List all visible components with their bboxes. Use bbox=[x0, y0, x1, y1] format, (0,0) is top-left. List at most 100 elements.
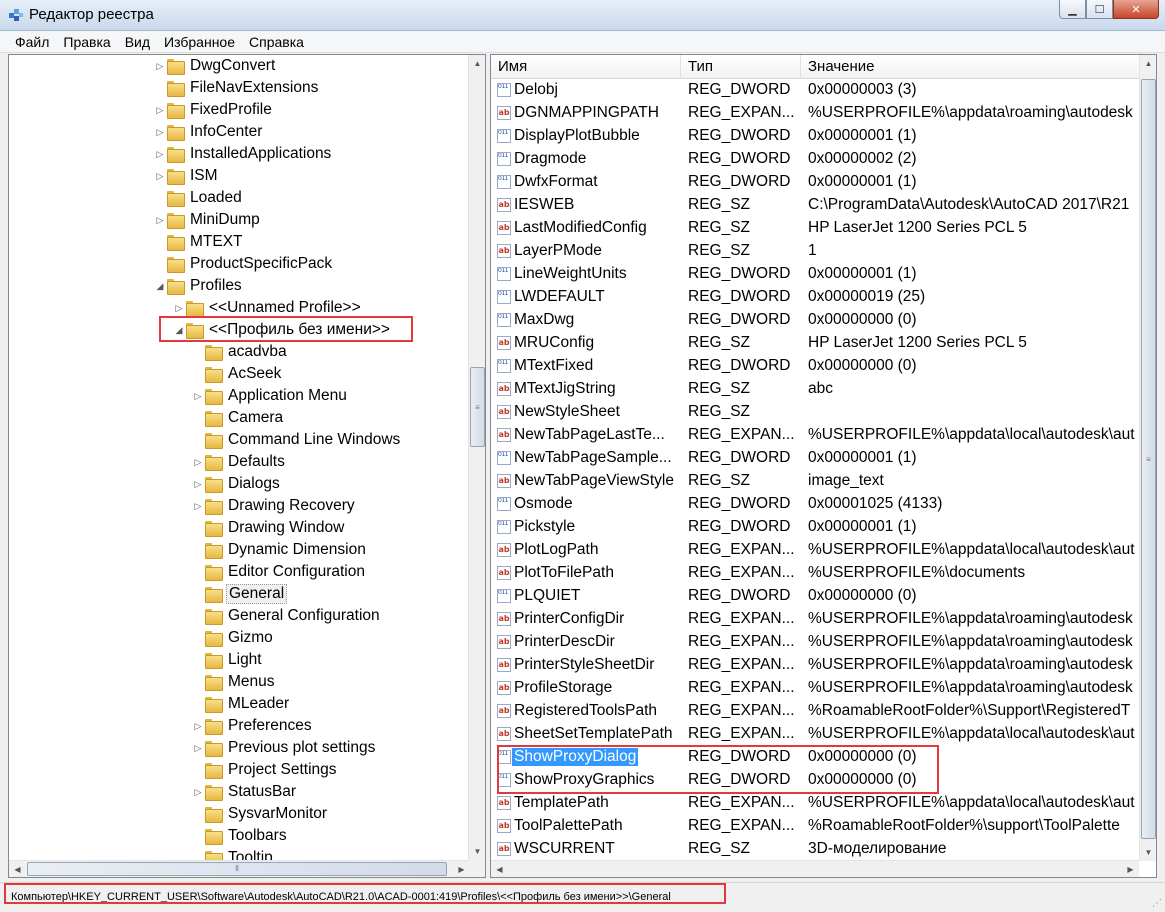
tree-item[interactable]: Light bbox=[191, 649, 264, 671]
column-header-type[interactable]: Тип bbox=[681, 55, 801, 79]
value-row[interactable]: ab MTextJigString REG_SZ abc bbox=[491, 378, 1139, 401]
scroll-up-icon[interactable]: ▲ bbox=[469, 55, 485, 72]
tree-expander-icon[interactable]: ▷ bbox=[153, 105, 167, 116]
tree-expander-icon[interactable]: ◢ bbox=[153, 281, 167, 292]
tree-item[interactable]: Camera bbox=[191, 407, 285, 429]
value-row[interactable]: 011 110Pickstyle REG_DWORD 0x00000001 (1) bbox=[491, 516, 1139, 539]
menu-favorites[interactable]: Избранное bbox=[157, 31, 242, 52]
tree-item[interactable]: ◢ Profiles bbox=[153, 275, 244, 297]
value-row[interactable]: ab RegisteredToolsPath REG_EXPAN... %Roamab… bbox=[491, 700, 1139, 723]
tree-item[interactable]: ProductSpecificPack bbox=[153, 253, 334, 275]
value-row[interactable]: ab SheetSetTemplatePath REG_EXPAN... %USERP… bbox=[491, 723, 1139, 746]
tree-item[interactable]: FileNavExtensions bbox=[153, 77, 320, 99]
tree-item[interactable]: ◢ <<Профиль без имени>> bbox=[172, 319, 392, 341]
tree-expander-icon[interactable]: ▷ bbox=[191, 501, 205, 512]
value-row[interactable]: ab TemplatePath REG_EXPAN... %USERPROFILE%\… bbox=[491, 792, 1139, 815]
tree-item[interactable]: ▷ Defaults bbox=[191, 451, 287, 473]
tree-vertical-scrollbar[interactable]: ▲ ≡ ▼ bbox=[468, 55, 485, 860]
value-row[interactable]: ab PrinterConfigDir REG_EXPAN... %USERPROFI… bbox=[491, 608, 1139, 631]
tree-item[interactable]: ▷ <<Unnamed Profile>> bbox=[172, 297, 363, 319]
tree-expander-icon[interactable]: ▷ bbox=[153, 215, 167, 226]
tree-item[interactable]: ▷ ISM bbox=[153, 165, 220, 187]
tree-item[interactable]: AcSeek bbox=[191, 363, 283, 385]
tree-item[interactable]: ▷ InfoCenter bbox=[153, 121, 264, 143]
tree-item[interactable]: General bbox=[191, 583, 288, 605]
column-header-name[interactable]: Имя bbox=[491, 55, 681, 79]
tree-expander-icon[interactable]: ▷ bbox=[172, 303, 186, 314]
tree-item[interactable]: General Configuration bbox=[191, 605, 382, 627]
list-scroll-left-icon[interactable]: ◀ bbox=[491, 861, 508, 877]
value-row[interactable]: ab PrinterStyleSheetDir REG_EXPAN... %USERP… bbox=[491, 654, 1139, 677]
tree-expander-icon[interactable]: ▷ bbox=[191, 479, 205, 490]
tree-item[interactable]: ▷ StatusBar bbox=[191, 781, 298, 803]
minimize-button[interactable]: ▁ bbox=[1059, 0, 1086, 19]
value-row[interactable]: 011 110DisplayPlotBubble REG_DWORD 0x00000… bbox=[491, 125, 1139, 148]
tree-hscroll-thumb[interactable]: ⦀ bbox=[27, 862, 447, 876]
tree-item[interactable]: Editor Configuration bbox=[191, 561, 367, 583]
tree-item[interactable]: Gizmo bbox=[191, 627, 275, 649]
scroll-down-icon[interactable]: ▼ bbox=[469, 843, 485, 860]
tree-item[interactable]: ▷ Dialogs bbox=[191, 473, 282, 495]
list-horizontal-scrollbar[interactable]: ◀ ▶ bbox=[491, 860, 1139, 877]
tree-item[interactable]: ▷ MiniDump bbox=[153, 209, 262, 231]
tree-expander-icon[interactable]: ▷ bbox=[153, 171, 167, 182]
value-row[interactable]: 011 110LWDEFAULT REG_DWORD 0x00000019 (25) bbox=[491, 286, 1139, 309]
tree-item[interactable]: Loaded bbox=[153, 187, 244, 209]
value-row[interactable]: ab IESWEB REG_SZ C:\ProgramData\Autodesk\Au… bbox=[491, 194, 1139, 217]
value-row[interactable]: 011 110ShowProxyDialog REG_DWORD 0x0000000… bbox=[491, 746, 1139, 769]
tree-item[interactable]: Command Line Windows bbox=[191, 429, 402, 451]
tree-item[interactable]: Project Settings bbox=[191, 759, 339, 781]
list-scroll-thumb[interactable]: ≡ bbox=[1141, 79, 1156, 839]
value-row[interactable]: ab PrinterDescDir REG_EXPAN... %USERPROFILE… bbox=[491, 631, 1139, 654]
tree-expander-icon[interactable]: ◢ bbox=[172, 325, 186, 336]
value-row[interactable]: ab MRUConfig REG_SZ HP LaserJet 1200 Series… bbox=[491, 332, 1139, 355]
scroll-left-icon[interactable]: ◀ bbox=[9, 861, 26, 877]
value-row[interactable]: ab NewStyleSheet REG_SZ bbox=[491, 401, 1139, 424]
value-row[interactable]: ab WSCURRENT REG_SZ 3D-моделирование bbox=[491, 838, 1139, 861]
tree-item[interactable]: MTEXT bbox=[153, 231, 245, 253]
tree-expander-icon[interactable]: ▷ bbox=[153, 61, 167, 72]
value-row[interactable]: ab NewTabPageLastTe... REG_EXPAN... %USERPR… bbox=[491, 424, 1139, 447]
tree-expander-icon[interactable]: ▷ bbox=[191, 787, 205, 798]
value-row[interactable]: ab DGNMAPPINGPATH REG_EXPAN... %USERPROFILE… bbox=[491, 102, 1139, 125]
value-row[interactable]: ab PlotToFilePath REG_EXPAN... %USERPROFILE… bbox=[491, 562, 1139, 585]
list-vertical-scrollbar[interactable]: ▲ ≡ ▼ bbox=[1139, 55, 1156, 861]
value-row[interactable]: ab LastModifiedConfig REG_SZ HP LaserJet 12… bbox=[491, 217, 1139, 240]
menu-view[interactable]: Вид bbox=[118, 31, 157, 52]
menu-file[interactable]: Файл bbox=[8, 31, 56, 52]
value-row[interactable]: 011 110LineWeightUnits REG_DWORD 0x0000000… bbox=[491, 263, 1139, 286]
tree-item[interactable]: MLeader bbox=[191, 693, 291, 715]
tree-expander-icon[interactable]: ▷ bbox=[191, 457, 205, 468]
tree-item[interactable]: ▷ Application Menu bbox=[191, 385, 349, 407]
list-scroll-right-icon[interactable]: ▶ bbox=[1122, 861, 1139, 877]
value-row[interactable]: 011 110Delobj REG_DWORD 0x00000003 (3) bbox=[491, 79, 1139, 102]
value-row[interactable]: 011 110NewTabPageSample... REG_DWORD 0x000… bbox=[491, 447, 1139, 470]
value-row[interactable]: 011 110Osmode REG_DWORD 0x00001025 (4133) bbox=[491, 493, 1139, 516]
tree-item[interactable]: Toolbars bbox=[191, 825, 289, 847]
value-row[interactable]: 011 110PLQUIET REG_DWORD 0x00000000 (0) bbox=[491, 585, 1139, 608]
value-row[interactable]: ab LayerPMode REG_SZ 1 bbox=[491, 240, 1139, 263]
resize-grip-icon[interactable]: ⋰ bbox=[1152, 898, 1162, 909]
tree-item[interactable]: Dynamic Dimension bbox=[191, 539, 368, 561]
value-row[interactable]: 011 110DwfxFormat REG_DWORD 0x00000001 (1) bbox=[491, 171, 1139, 194]
tree-horizontal-scrollbar[interactable]: ◀ ⦀ ▶ bbox=[9, 860, 470, 877]
tree-item[interactable]: Drawing Window bbox=[191, 517, 346, 539]
tree-item[interactable]: ▷ FixedProfile bbox=[153, 99, 274, 121]
list-scroll-up-icon[interactable]: ▲ bbox=[1140, 55, 1156, 72]
value-row[interactable]: 011 110Dragmode REG_DWORD 0x00000002 (2) bbox=[491, 148, 1139, 171]
menu-help[interactable]: Справка bbox=[242, 31, 311, 52]
close-button[interactable]: ✕ bbox=[1113, 0, 1159, 19]
value-row[interactable]: 011 110ShowProxyGraphics REG_DWORD 0x00000… bbox=[491, 769, 1139, 792]
tree-item[interactable]: ▷ DwgConvert bbox=[153, 55, 277, 77]
value-row[interactable]: ab ToolPalettePath REG_EXPAN... %RoamableRo… bbox=[491, 815, 1139, 838]
menu-edit[interactable]: Правка bbox=[56, 31, 117, 52]
column-header-value[interactable]: Значение bbox=[801, 55, 1139, 79]
value-row[interactable]: 011 110MTextFixed REG_DWORD 0x00000000 (0) bbox=[491, 355, 1139, 378]
tree-expander-icon[interactable]: ▷ bbox=[191, 743, 205, 754]
tree-item[interactable]: acadvba bbox=[191, 341, 289, 363]
tree-item[interactable]: ▷ InstalledApplications bbox=[153, 143, 333, 165]
tree-item[interactable]: SysvarMonitor bbox=[191, 803, 329, 825]
tree-item[interactable]: ▷ Drawing Recovery bbox=[191, 495, 357, 517]
list-scroll-down-icon[interactable]: ▼ bbox=[1140, 844, 1156, 861]
tree-item[interactable]: ▷ Preferences bbox=[191, 715, 314, 737]
